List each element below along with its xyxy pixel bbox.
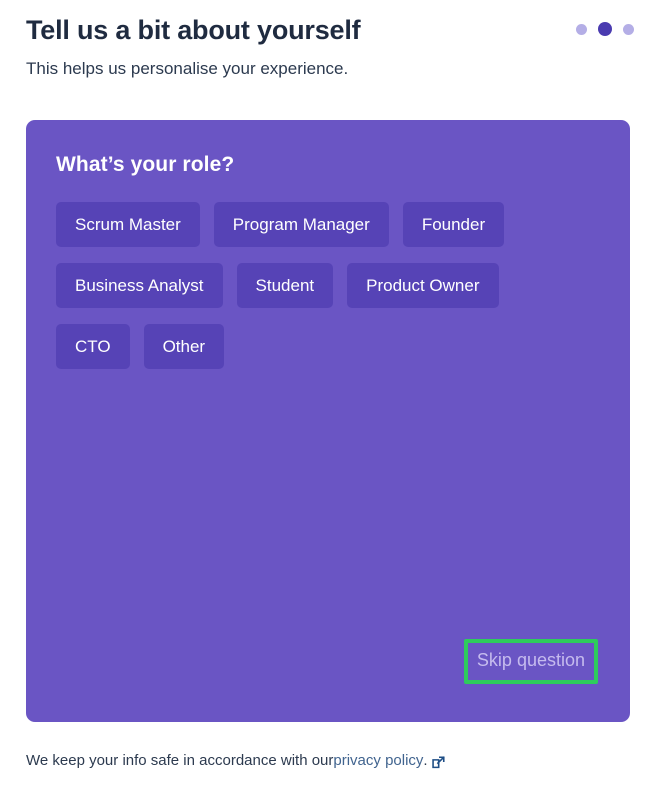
page-header: Tell us a bit about yourself This helps … — [26, 0, 634, 80]
step-indicator — [576, 22, 634, 36]
role-option-scrum-master[interactable]: Scrum Master — [56, 202, 200, 247]
role-option-founder[interactable]: Founder — [403, 202, 504, 247]
privacy-footer: We keep your info safe in accordance wit… — [26, 750, 446, 771]
role-option-business-analyst[interactable]: Business Analyst — [56, 263, 223, 308]
role-option-other[interactable]: Other — [144, 324, 225, 369]
role-option-list: Scrum Master Program Manager Founder Bus… — [56, 202, 556, 369]
privacy-footer-period: . — [423, 750, 427, 771]
role-option-program-manager[interactable]: Program Manager — [214, 202, 389, 247]
role-option-product-owner[interactable]: Product Owner — [347, 263, 498, 308]
privacy-policy-link[interactable]: privacy policy — [333, 750, 423, 771]
onboarding-page: Tell us a bit about yourself This helps … — [0, 0, 660, 808]
skip-question-button[interactable]: Skip question — [464, 639, 598, 684]
step-dot-1[interactable] — [576, 24, 587, 35]
question-title: What’s your role? — [56, 153, 600, 177]
privacy-footer-text: We keep your info safe in accordance wit… — [26, 750, 333, 771]
role-option-cto[interactable]: CTO — [56, 324, 130, 369]
external-link-icon[interactable] — [431, 755, 446, 770]
role-option-student[interactable]: Student — [237, 263, 334, 308]
step-dot-3[interactable] — [623, 24, 634, 35]
question-card: What’s your role? Scrum Master Program M… — [26, 120, 630, 722]
skip-question-container: Skip question — [464, 639, 598, 684]
page-subtitle: This helps us personalise your experienc… — [26, 58, 634, 80]
page-title: Tell us a bit about yourself — [26, 14, 634, 48]
step-dot-2-active[interactable] — [598, 22, 612, 36]
